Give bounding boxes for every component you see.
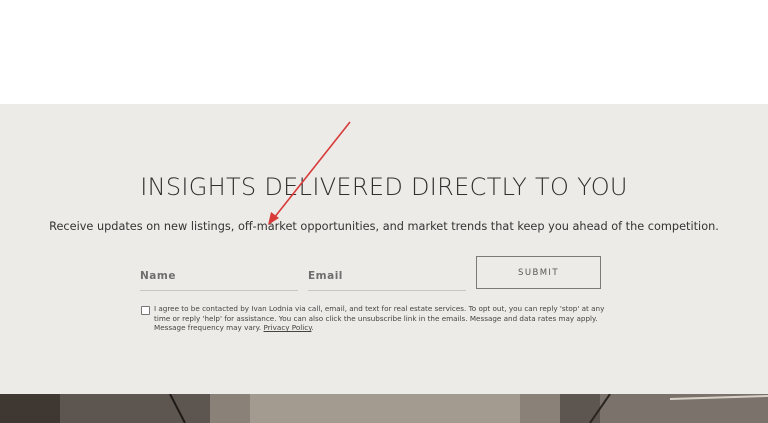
consent-message: I agree to be contacted by Ivan Lodnia v… — [154, 304, 605, 333]
newsletter-title: INSIGHTS DELIVERED DIRECTLY TO YOU — [140, 173, 628, 201]
name-input[interactable] — [140, 266, 298, 286]
email-input[interactable] — [308, 266, 466, 286]
newsletter-subtitle: Receive updates on new listings, off-mar… — [49, 220, 719, 233]
consent-text: I agree to be contacted by Ivan Lodnia v… — [154, 304, 605, 333]
name-field-wrapper — [140, 264, 298, 291]
consent-checkbox[interactable] — [141, 306, 150, 315]
newsletter-section: INSIGHTS DELIVERED DIRECTLY TO YOU Recei… — [0, 104, 768, 394]
email-field-wrapper — [308, 264, 466, 291]
top-blank-area — [0, 0, 768, 104]
interior-photo-graphic — [0, 394, 768, 423]
submit-button[interactable]: SUBMIT — [476, 256, 601, 289]
interior-photo-strip — [0, 394, 768, 423]
privacy-policy-link[interactable]: Privacy Policy — [264, 323, 312, 332]
